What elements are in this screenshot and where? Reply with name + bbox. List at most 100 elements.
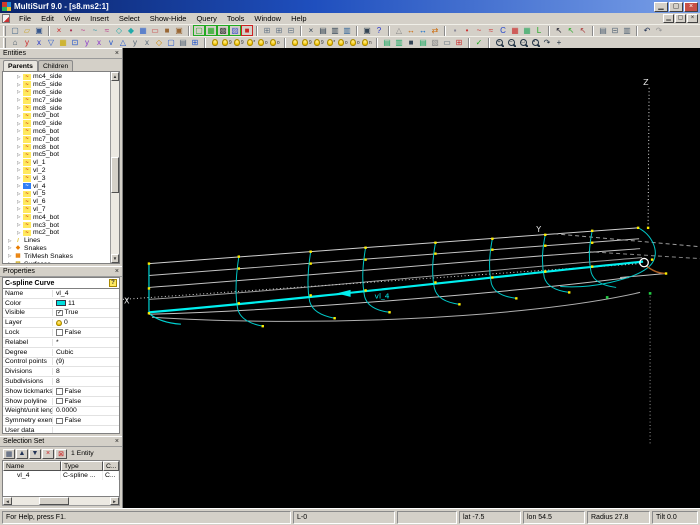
remove-from-set-button[interactable]: × — [42, 448, 54, 459]
tree-item-mc4-bot[interactable]: ▷ ~ mc4_bot — [3, 213, 110, 221]
view-home-icon[interactable]: ⌂ — [9, 37, 21, 48]
c-spline-tool-icon[interactable]: C — [497, 25, 509, 36]
property-value[interactable]: vl_4 — [53, 290, 119, 297]
select-add-icon[interactable]: ↖ — [565, 25, 577, 36]
menu-item-edit[interactable]: Edit — [36, 13, 59, 24]
tree-item-surfaces[interactable]: ▷▤Surfaces — [3, 260, 110, 263]
tree-item-mc6-bot[interactable]: ▷ ~ mc6_bot — [3, 128, 110, 136]
pan-view-icon[interactable]: + — [553, 37, 565, 48]
tree-item-vl-3[interactable]: ▷ ~ vl_3 — [3, 174, 110, 182]
view-neg-y-icon[interactable]: y — [21, 37, 33, 48]
insert-curve-icon[interactable]: ~ — [77, 25, 89, 36]
control-point-marker[interactable] — [237, 302, 240, 305]
control-point-marker[interactable] — [364, 246, 367, 249]
visibility-invert-icon[interactable]: ▧ — [429, 37, 441, 48]
tree-item-mc6-side[interactable]: ▷ ~ mc6_side — [3, 89, 110, 97]
open-file-icon[interactable]: ▱ — [21, 25, 33, 36]
hide-parents-icon[interactable]: o — [337, 37, 349, 48]
clear-set-button[interactable]: ⊠ — [55, 448, 67, 459]
blank-tool-icon[interactable]: ▪ — [449, 25, 461, 36]
column-header-type[interactable]: Type — [61, 461, 103, 471]
color-divisions-icon[interactable]: ▦ — [521, 25, 533, 36]
control-point-marker[interactable] — [237, 255, 240, 258]
mesh-display-icon[interactable]: ▦ — [205, 25, 217, 36]
redo-icon[interactable]: ↷ — [653, 25, 665, 36]
property-value[interactable]: * — [53, 339, 119, 346]
insert-arc-icon[interactable]: ≈ — [101, 25, 113, 36]
tree-item-vl-2[interactable]: ▷ ~ vl_2 — [3, 167, 110, 175]
control-point-marker[interactable] — [491, 237, 494, 240]
show-all-icon[interactable] — [209, 37, 221, 48]
menu-item-tools[interactable]: Tools — [222, 13, 250, 24]
tree-item-vl-7[interactable]: ▷ ~ vl_7 — [3, 206, 110, 214]
hide-group-icon[interactable]: * — [325, 37, 337, 48]
context-help-icon[interactable]: ? — [373, 25, 385, 36]
insert-plane-icon[interactable]: ▭ — [149, 25, 161, 36]
control-point-marker[interactable] — [605, 296, 609, 299]
rendered-display-icon[interactable]: ▨ — [229, 25, 241, 36]
scroll-right-icon[interactable]: ► — [110, 497, 119, 505]
cascade-windows-icon[interactable]: ▤ — [597, 25, 609, 36]
nudge-left-icon[interactable]: ↔ — [405, 25, 417, 36]
tangent-tool-icon[interactable]: △ — [393, 25, 405, 36]
toolbar-grip[interactable] — [3, 25, 6, 36]
checkbox-checked-icon[interactable]: ✓ — [56, 309, 63, 317]
checkbox-unchecked-icon[interactable] — [56, 397, 63, 405]
control-point-marker[interactable] — [147, 312, 151, 315]
menu-item-help[interactable]: Help — [286, 13, 311, 24]
view-down-icon[interactable]: ▽ — [45, 37, 57, 48]
edit-curve-icon[interactable]: ~ — [473, 25, 485, 36]
select-chain-icon[interactable]: ↖ — [577, 25, 589, 36]
zoom-window-icon[interactable]: □ — [517, 37, 529, 48]
help-icon[interactable]: ? — [109, 279, 117, 287]
show-children-icon[interactable]: o — [269, 37, 281, 48]
tab-parents[interactable]: Parents — [3, 60, 38, 71]
menu-item-insert[interactable]: Insert — [85, 13, 114, 24]
insert-surface-2-icon[interactable]: ◆ — [125, 25, 137, 36]
control-point-marker[interactable] — [491, 248, 494, 251]
property-value[interactable]: 8 — [53, 368, 119, 375]
tree-item-snakes[interactable]: ▷ ◆ Snakes — [3, 245, 110, 253]
tree-item-mc8-side[interactable]: ▷ ~ mc8_side — [3, 104, 110, 112]
property-value[interactable]: False — [53, 329, 119, 336]
control-point-marker[interactable] — [364, 289, 367, 292]
show-parents-icon[interactable]: o — [257, 37, 269, 48]
shaded-display-icon[interactable]: ▩ — [217, 25, 229, 36]
visibility-paste-icon[interactable]: ▥ — [393, 37, 405, 48]
scroll-thumb[interactable] — [111, 157, 119, 194]
child-window-icon[interactable] — [2, 14, 10, 23]
property-value[interactable]: False — [53, 417, 119, 424]
control-point-marker[interactable] — [664, 272, 668, 275]
control-point-marker[interactable] — [434, 252, 437, 255]
restore-button[interactable]: ▢ — [669, 1, 683, 12]
control-point-marker[interactable] — [261, 324, 264, 328]
3d-viewport[interactable]: X Y Zvl_4 — [122, 48, 700, 508]
view-x2-icon[interactable]: x — [141, 37, 153, 48]
selection-hscrollbar[interactable]: ◄ ► — [2, 497, 120, 506]
control-point-marker[interactable] — [590, 265, 594, 268]
tree-item-mc4-side[interactable]: ▷ ~ mc4_side — [3, 73, 110, 81]
control-point-marker[interactable] — [309, 262, 312, 265]
control-point-marker[interactable] — [590, 241, 594, 244]
checkbox-unchecked-icon[interactable] — [56, 388, 63, 395]
cut-icon[interactable]: × — [305, 25, 317, 36]
menu-item-window[interactable]: Window — [249, 13, 286, 24]
rotate-view-icon[interactable]: ↷ — [541, 37, 553, 48]
view-profile-icon[interactable]: ⊡ — [69, 37, 81, 48]
paste-special-icon[interactable]: ▥ — [341, 25, 353, 36]
menu-item-view[interactable]: View — [59, 13, 85, 24]
remove-divisions-icon[interactable]: ▦ — [509, 25, 521, 36]
control-point-marker[interactable] — [568, 291, 571, 294]
view-persp-icon[interactable]: v — [105, 37, 117, 48]
tree-item-trimesh-snakes[interactable]: ▷ ▦ TriMesh Snakes — [3, 252, 110, 260]
zoom-out-icon[interactable]: − — [505, 37, 517, 48]
hide-type-icon[interactable]: 9 — [313, 37, 325, 48]
insert-surface-icon[interactable]: ◇ — [113, 25, 125, 36]
view-fit-icon[interactable]: ▢ — [165, 37, 177, 48]
select-pointer-icon[interactable]: ↖ — [553, 25, 565, 36]
property-value[interactable]: 11 — [53, 300, 119, 307]
entities-close-icon[interactable]: × — [115, 49, 119, 58]
control-point-marker[interactable] — [388, 311, 391, 314]
properties-close-icon[interactable]: × — [115, 267, 119, 276]
visibility-recall-icon[interactable]: ▤ — [417, 37, 429, 48]
